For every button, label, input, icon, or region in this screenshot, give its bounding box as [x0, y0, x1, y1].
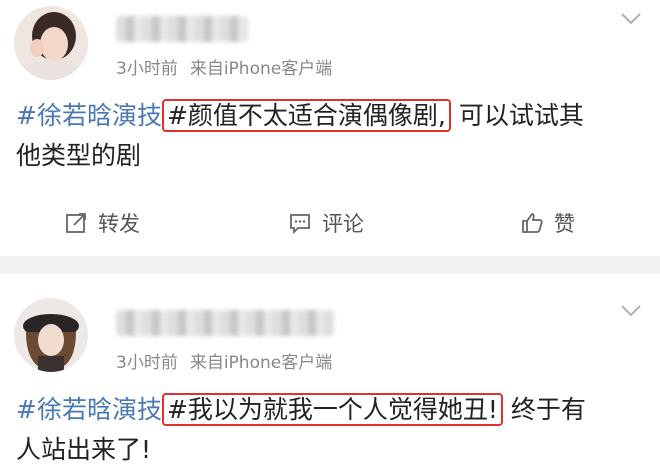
repost-icon: [66, 213, 86, 233]
post-meta: 3小时前 来自iPhone客户端: [116, 54, 332, 79]
username-blurred[interactable]: [116, 310, 334, 336]
thumbs-up-icon: [522, 213, 543, 233]
chevron-down-icon[interactable]: [620, 12, 642, 26]
action-bar: 转发 评论 赞: [0, 196, 660, 252]
post-divider: [0, 256, 660, 274]
comment-icon: [290, 214, 310, 235]
post-text: #徐若晗演技 #我以为就我一个人觉得她丑! 终于有 人站出来了!: [16, 390, 646, 470]
comment-label: 评论: [322, 212, 364, 236]
post-time: 3小时前: [116, 353, 178, 373]
post-source: 来自iPhone客户端: [189, 353, 333, 373]
like-button[interactable]: 赞: [520, 206, 575, 240]
post-time: 3小时前: [116, 59, 178, 79]
post-meta: 3小时前 来自iPhone客户端: [116, 348, 332, 373]
post-text-rest: 终于有: [510, 395, 586, 424]
highlighted-text: #颜值不太适合演偶像剧,: [161, 99, 451, 132]
post-text-rest: 可以试试其: [458, 101, 584, 130]
chevron-down-icon[interactable]: [620, 304, 642, 318]
highlighted-text: #我以为就我一个人觉得她丑!: [161, 393, 503, 426]
comment-button[interactable]: 评论: [288, 206, 364, 240]
like-label: 赞: [554, 212, 575, 236]
avatar[interactable]: [14, 6, 88, 80]
weibo-post: 3小时前 来自iPhone客户端 #徐若晗演技 #我以为就我一个人觉得她丑! 终于有…: [0, 274, 660, 474]
avatar[interactable]: [14, 298, 88, 372]
topic-link[interactable]: #徐若晗演技: [16, 101, 162, 130]
post-source: 来自iPhone客户端: [189, 59, 333, 79]
post-text-rest-line2: 他类型的剧: [16, 141, 142, 170]
post-text: #徐若晗演技 #颜值不太适合演偶像剧, 可以试试其 他类型的剧: [16, 96, 646, 176]
repost-label: 转发: [98, 212, 140, 236]
topic-link[interactable]: #徐若晗演技: [16, 395, 162, 424]
weibo-post: 3小时前 来自iPhone客户端 #徐若晗演技 #颜值不太适合演偶像剧, 可以试试其…: [0, 0, 660, 256]
repost-button[interactable]: 转发: [64, 206, 140, 240]
post-text-rest-line2: 人站出来了!: [16, 435, 152, 464]
username-blurred[interactable]: [116, 16, 248, 42]
